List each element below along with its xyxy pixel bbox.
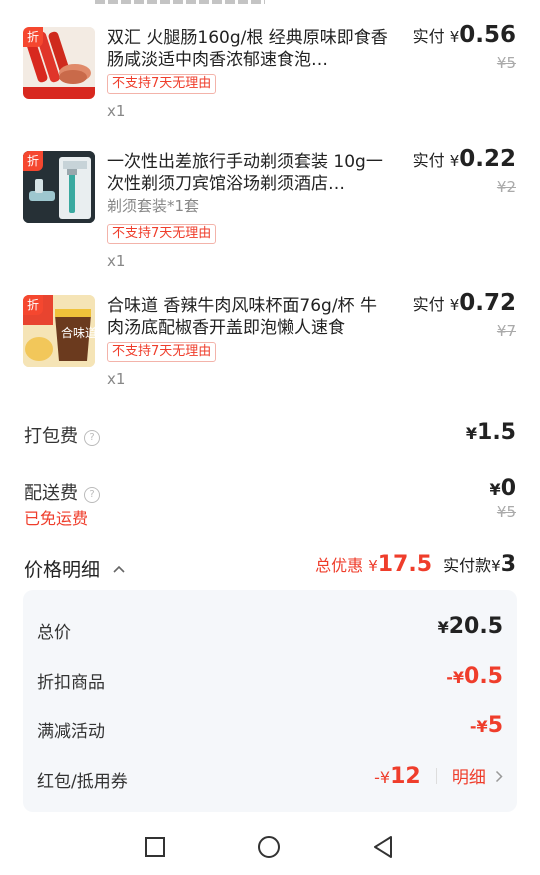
question-circle-icon[interactable]: ? <box>84 430 100 446</box>
paid-amount: 0.22 <box>459 146 516 172</box>
original-price: ¥2 <box>496 178 516 196</box>
packing-fee-value: ¥1.5 <box>466 420 516 445</box>
product-title[interactable]: 一次性出差旅行手动剃须套装 10g一次性剃须刀宾馆浴场剃须酒店… <box>107 151 392 195</box>
back-icon[interactable] <box>372 835 394 863</box>
system-navigation-bar <box>0 820 540 875</box>
recent-apps-icon[interactable] <box>144 836 166 862</box>
delivery-fee-value: ¥0 <box>490 476 516 501</box>
currency-symbol: ¥ <box>449 28 460 46</box>
paid-total-amount: 3 <box>500 552 516 577</box>
paid-label: 实付 <box>412 151 445 170</box>
delivery-fee-label: 配送费? <box>24 479 100 505</box>
quantity: x1 <box>107 252 126 270</box>
discount-badge: 折 <box>23 151 44 171</box>
summary-totals: 总优惠 ¥17.5 实付款¥3 <box>315 552 516 577</box>
quantity: x1 <box>107 102 126 120</box>
chevron-up-icon <box>112 557 126 579</box>
product-image-cup-noodle[interactable]: 合味道 折 <box>23 295 95 367</box>
original-price: ¥5 <box>496 54 516 72</box>
discount-badge: 折 <box>23 295 44 315</box>
svg-text:合味道: 合味道 <box>61 325 95 340</box>
product-spec: 剃须套装*1套 <box>107 197 200 215</box>
coupon-value-row[interactable]: -¥12 明细 <box>374 763 503 789</box>
order-item-sausage[interactable]: 折 双汇 火腿肠160g/根 经典原味即食香肠咸淡适中肉香浓郁速食泡… 不支持7… <box>0 0 540 140</box>
question-circle-icon[interactable]: ? <box>84 487 100 503</box>
packing-fee-label: 打包费? <box>24 422 100 448</box>
total-price-amount: 20.5 <box>448 614 503 639</box>
paid-price: 实付 ¥0.22 <box>413 146 516 172</box>
paid-label: 实付 <box>412 27 445 46</box>
currency-symbol: ¥ <box>491 557 501 575</box>
paid-price: 实付 ¥0.56 <box>413 22 516 48</box>
total-discount-label: 总优惠 <box>315 556 364 575</box>
price-detail-toggle[interactable]: 价格明细 <box>24 555 126 582</box>
discount-badge: 折 <box>23 27 44 47</box>
minus-currency: -¥ <box>469 717 488 736</box>
currency-symbol: ¥ <box>449 152 460 170</box>
original-price: ¥7 <box>496 322 516 340</box>
paid-price: 实付 ¥0.72 <box>413 290 516 316</box>
discount-goods-amount: 0.5 <box>464 664 503 689</box>
minus-currency: -¥ <box>374 768 391 787</box>
coupon-label: 红包/抵用券 <box>37 772 128 792</box>
price-detail-title: 价格明细 <box>24 559 101 581</box>
paid-total-label: 实付款 <box>443 556 492 575</box>
discount-goods-label: 折扣商品 <box>37 673 105 693</box>
quantity: x1 <box>107 370 126 388</box>
discount-goods-value: -¥0.5 <box>446 664 503 689</box>
product-image-sausage[interactable]: 折 <box>23 27 95 99</box>
paid-amount: 0.72 <box>459 290 516 316</box>
delivery-fee-amount: 0 <box>500 476 516 501</box>
product-image-razor[interactable]: 折 <box>23 151 95 223</box>
no-7day-return-tag: 不支持7天无理由 <box>107 224 217 244</box>
paid-label: 实付 <box>412 295 445 314</box>
packing-fee-amount: 1.5 <box>477 420 516 445</box>
full-reduction-label: 满减活动 <box>37 722 105 742</box>
total-price-label: 总价 <box>37 623 71 643</box>
currency-symbol: ¥ <box>449 296 460 314</box>
paid-amount: 0.56 <box>459 22 516 48</box>
no-7day-return-tag: 不支持7天无理由 <box>107 74 217 94</box>
delivery-fee-text: 配送费 <box>24 483 78 504</box>
price-detail-panel: 总价 ¥20.5 折扣商品 -¥0.5 满减活动 -¥5 红包/抵用券 -¥12… <box>23 590 517 812</box>
no-7day-return-tag: 不支持7天无理由 <box>107 342 217 362</box>
chevron-right-icon <box>495 768 503 787</box>
total-discount-amount: 17.5 <box>377 552 433 577</box>
full-reduction-value: -¥5 <box>470 713 503 738</box>
currency-symbol: ¥ <box>489 480 501 499</box>
product-title[interactable]: 双汇 火腿肠160g/根 经典原味即食香肠咸淡适中肉香浓郁速食泡… <box>107 27 392 71</box>
currency-symbol: ¥ <box>368 557 378 575</box>
total-price-value: ¥20.5 <box>438 614 503 639</box>
currency-symbol: ¥ <box>465 424 478 443</box>
delivery-original-price: ¥5 <box>496 503 516 521</box>
minus-currency: -¥ <box>446 668 465 687</box>
product-title[interactable]: 合味道 香辣牛肉风味杯面76g/杯 牛肉汤底配椒香开盖即泡懒人速食 <box>107 295 392 339</box>
home-icon[interactable] <box>257 835 281 863</box>
full-reduction-amount: 5 <box>487 713 503 738</box>
currency-symbol: ¥ <box>437 618 449 637</box>
divider <box>435 768 437 784</box>
free-delivery-note: 已免运费 <box>24 509 89 528</box>
coupon-amount: 12 <box>390 764 421 789</box>
coupon-detail-link[interactable]: 明细 <box>452 768 486 788</box>
packing-fee-text: 打包费 <box>24 426 78 447</box>
